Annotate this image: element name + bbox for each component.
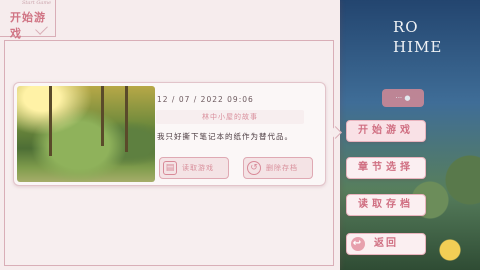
menu-chapter-select-button[interactable]: 章节选择 — [346, 157, 426, 179]
back-arrow-icon: ↩ — [351, 237, 365, 251]
delete-save-label: 删除存档 — [266, 164, 298, 172]
save-excerpt: 我只好撕下笔记本的纸作为替代品。 — [157, 132, 293, 141]
panel-tab-script: Start Game — [22, 0, 52, 6]
load-icon: ▤ — [163, 161, 177, 175]
panel-title: 开始游戏 — [10, 11, 46, 40]
save-thumbnail — [17, 86, 155, 182]
menu-back-label: 返回 — [374, 238, 398, 249]
load-game-button[interactable]: ▤ 读取游戏 — [159, 157, 229, 179]
menu-load-save-button[interactable]: 读取存档 — [346, 194, 426, 216]
load-game-label: 读取游戏 — [182, 164, 214, 172]
save-date: 12 / 07 / 2022 09:06 — [157, 95, 254, 104]
menu-start-game-button[interactable]: 开始游戏 — [346, 120, 426, 142]
save-title: 林中小屋的故事 — [156, 110, 304, 124]
background-badge: ··· ● — [382, 89, 424, 107]
delete-save-button[interactable]: ↺ 删除存档 — [243, 157, 313, 179]
delete-icon: ↺ — [247, 161, 261, 175]
menu-back-button[interactable]: ↩ 返回 — [346, 233, 426, 255]
background-logo-text: RO HIME — [393, 18, 443, 56]
panel-tab: Start Game 开始游戏 — [0, 0, 56, 40]
